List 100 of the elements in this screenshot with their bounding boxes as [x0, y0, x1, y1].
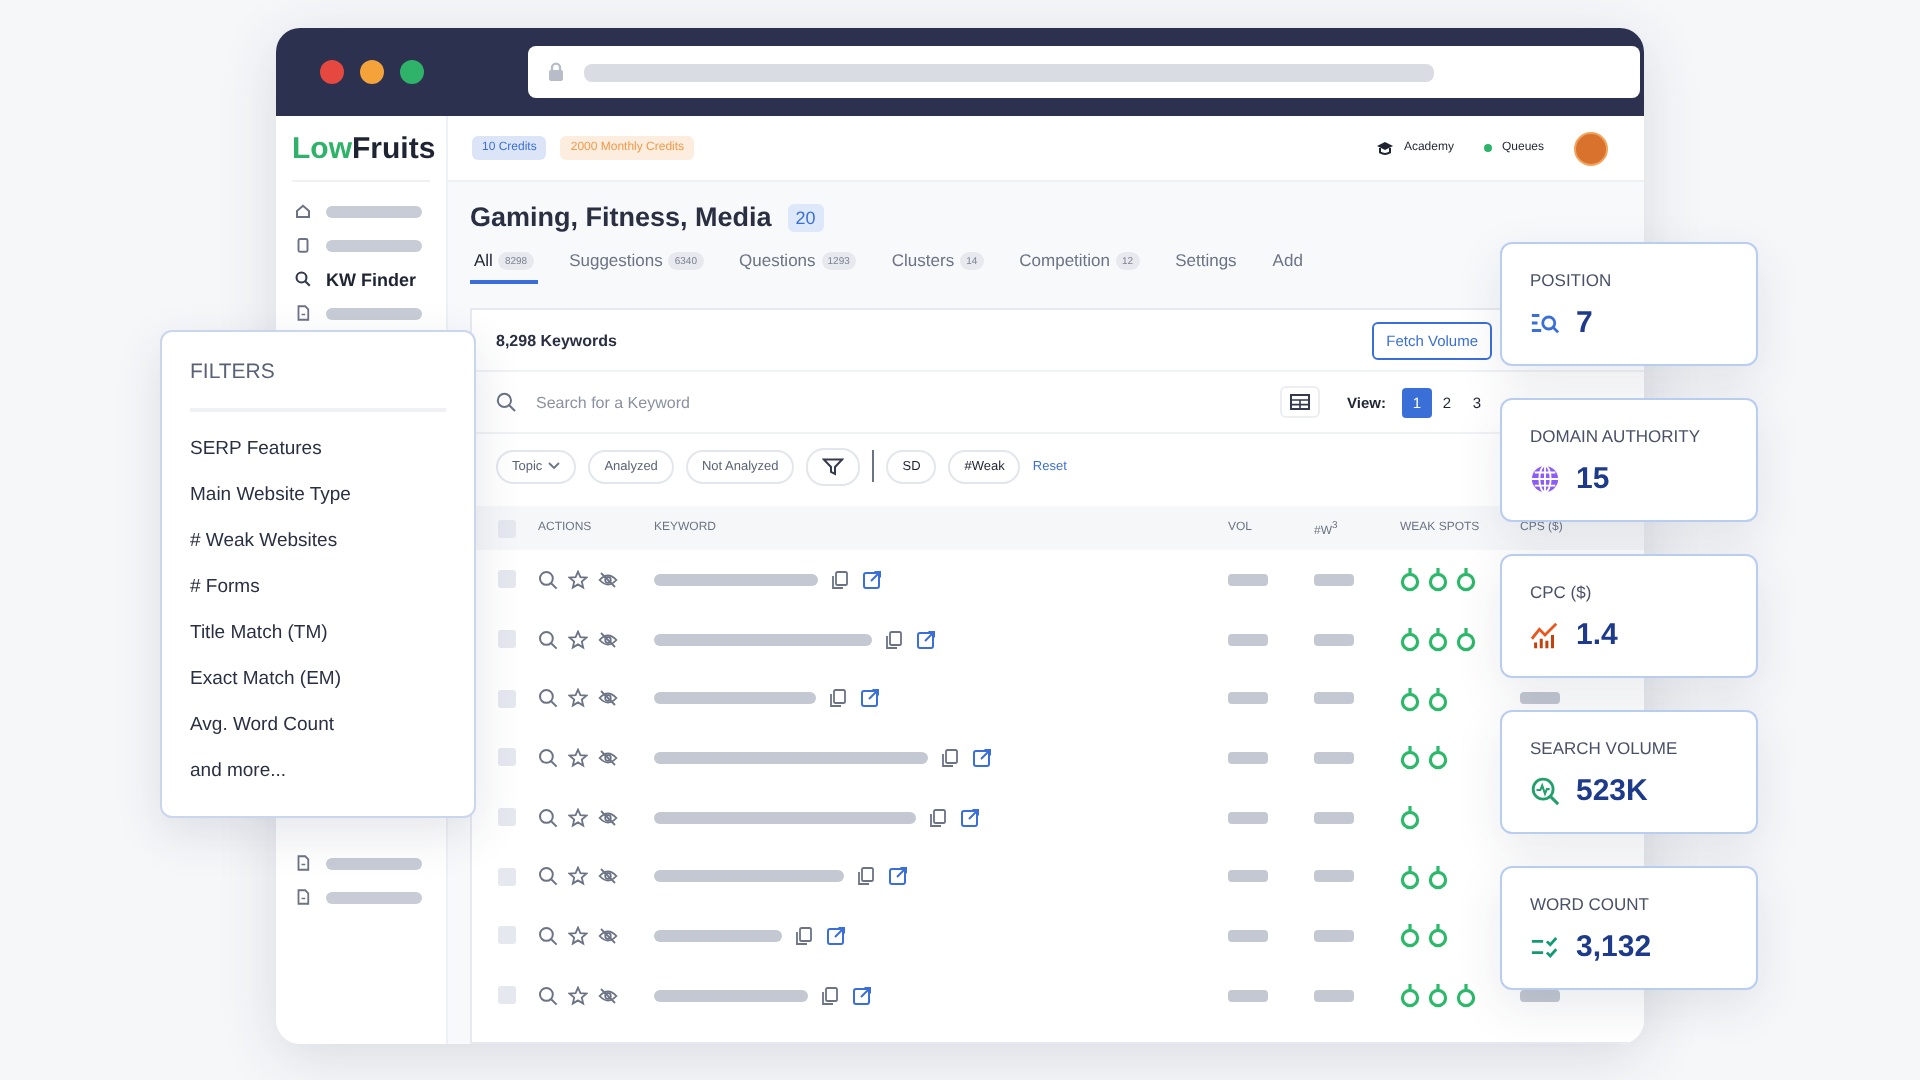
count-placeholder-bar [1314, 989, 1354, 1002]
filter-option[interactable]: SERP Features [190, 438, 322, 460]
search-icon[interactable] [538, 569, 558, 590]
search-icon [1530, 776, 1560, 806]
copy-icon[interactable] [940, 747, 960, 768]
filter-button[interactable] [806, 447, 861, 485]
eye-off-icon[interactable] [598, 629, 618, 650]
row-checkbox[interactable] [498, 570, 516, 589]
row-checkbox[interactable] [498, 748, 516, 767]
copy-icon[interactable] [830, 569, 850, 590]
eye-off-icon[interactable] [598, 925, 618, 946]
maximize-dot[interactable] [400, 60, 424, 84]
row-checkbox[interactable] [498, 689, 516, 708]
search-icon[interactable] [538, 747, 558, 768]
star-icon[interactable] [568, 925, 588, 946]
weak-spot-icon [1428, 922, 1448, 949]
row-checkbox[interactable] [498, 986, 516, 1005]
search-field[interactable]: Search for a Keyword [532, 391, 1264, 413]
weak-spot-icon [1400, 626, 1420, 653]
volume-placeholder-bar [1228, 692, 1268, 705]
weak-spot-icon [1400, 863, 1420, 890]
minimize-dot[interactable] [360, 60, 384, 84]
copy-icon[interactable] [856, 866, 876, 887]
star-icon[interactable] [568, 807, 588, 828]
star-icon[interactable] [568, 629, 588, 650]
eye-off-icon[interactable] [598, 569, 618, 590]
copy-icon[interactable] [828, 688, 848, 709]
external-link-icon[interactable] [888, 866, 908, 887]
search-icon[interactable] [538, 807, 558, 828]
eye-off-icon[interactable] [598, 688, 618, 709]
external-link-icon[interactable] [916, 629, 936, 650]
star-icon[interactable] [568, 688, 588, 709]
weak-spot-icon [1428, 685, 1448, 712]
avatar[interactable] [1574, 131, 1608, 165]
search-icon[interactable] [538, 629, 558, 650]
chevron-down-icon [548, 462, 561, 470]
project-title: Gaming, Fitness, Media [470, 202, 772, 232]
copy-icon[interactable] [820, 985, 840, 1006]
stat-label: SEARCH VOLUME [1530, 738, 1680, 758]
weak-spot-icon [1400, 982, 1420, 1009]
clipboard-icon [294, 236, 312, 254]
tab[interactable]: Settings [1171, 250, 1241, 284]
globe-icon [1530, 464, 1560, 494]
table-view-button[interactable] [1279, 386, 1320, 418]
external-link-icon[interactable] [860, 688, 880, 709]
weak-spot-icon [1428, 982, 1448, 1009]
stat-value: 7 [1576, 306, 1593, 340]
row-checkbox[interactable] [498, 630, 516, 649]
eye-off-icon[interactable] [598, 747, 618, 768]
chart-icon [1530, 620, 1560, 650]
count-placeholder-bar [1314, 811, 1354, 824]
search-icon[interactable] [538, 688, 558, 709]
external-link-icon[interactable] [972, 747, 992, 768]
filter-option[interactable]: Title Match (TM) [190, 622, 328, 644]
document-icon [294, 304, 312, 322]
tab[interactable]: Add [1268, 250, 1307, 284]
star-icon[interactable] [568, 866, 588, 887]
search-icon[interactable] [538, 925, 558, 946]
external-link-icon[interactable] [960, 807, 980, 828]
star-icon[interactable] [568, 985, 588, 1006]
cps-placeholder-bar [1520, 692, 1560, 705]
eye-off-icon[interactable] [598, 807, 618, 828]
volume-placeholder-bar [1228, 929, 1268, 942]
volume-placeholder-bar [1228, 751, 1268, 764]
stat-value: 3,132 [1576, 930, 1652, 964]
external-link-icon[interactable] [862, 569, 882, 590]
search-icon [496, 392, 516, 412]
search-icon[interactable] [538, 866, 558, 887]
row-checkbox[interactable] [498, 867, 516, 886]
copy-icon[interactable] [794, 925, 814, 946]
external-link-icon[interactable] [826, 925, 846, 946]
filter-option[interactable]: # Weak Websites [190, 530, 338, 552]
filter-option[interactable]: and more... [190, 760, 287, 782]
copy-icon[interactable] [884, 629, 904, 650]
row-checkbox[interactable] [498, 926, 516, 945]
copy-icon[interactable] [928, 807, 948, 828]
search-icon [294, 270, 312, 288]
nav-link[interactable]: KW Finder [326, 269, 416, 289]
filter-option[interactable]: Main Website Type [190, 484, 351, 506]
home-icon [294, 202, 312, 220]
weak-spot-icon [1400, 685, 1420, 712]
filter-option[interactable]: Exact Match (EM) [190, 668, 341, 690]
weak-spot-icon [1428, 744, 1448, 771]
filter-option[interactable]: # Forms [190, 576, 260, 598]
close-dot[interactable] [320, 60, 344, 84]
star-icon[interactable] [568, 569, 588, 590]
search-icon[interactable] [538, 985, 558, 1006]
eye-off-icon[interactable] [598, 985, 618, 1006]
row-checkbox[interactable] [498, 808, 516, 827]
count-placeholder-bar [1314, 929, 1354, 942]
eye-off-icon[interactable] [598, 866, 618, 887]
volume-placeholder-bar [1228, 573, 1268, 586]
stat-value: 523K [1576, 774, 1648, 808]
star-icon[interactable] [568, 747, 588, 768]
volume-placeholder-bar [1228, 870, 1268, 883]
count-placeholder-bar [1314, 692, 1354, 705]
filter-option[interactable]: Avg. Word Count [190, 714, 334, 736]
weak-spot-icon [1400, 744, 1420, 771]
weak-spot-icon [1428, 566, 1448, 593]
external-link-icon[interactable] [852, 985, 872, 1006]
